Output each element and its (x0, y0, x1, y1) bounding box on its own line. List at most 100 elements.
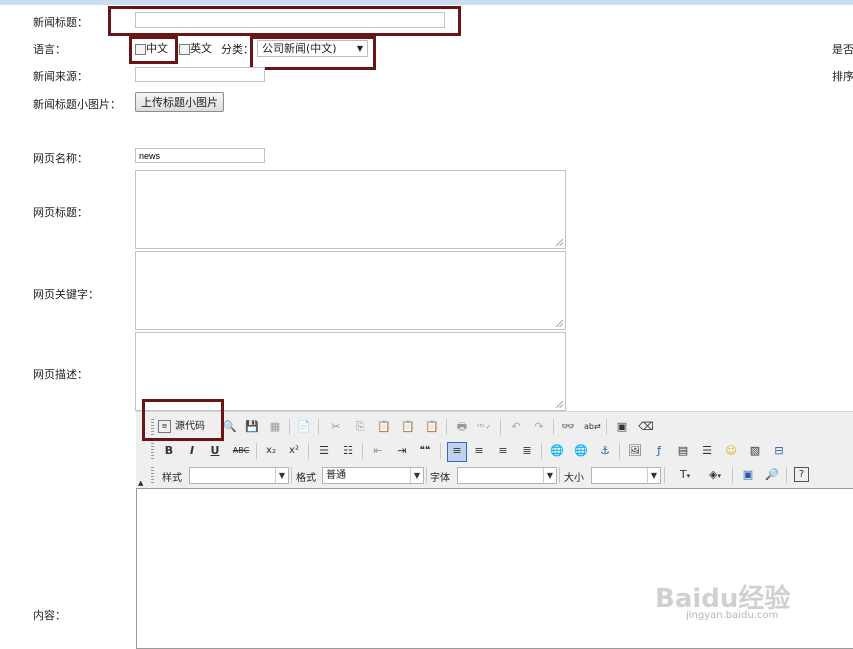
save-icon[interactable]: 💾 (244, 419, 260, 435)
subscript-icon[interactable]: x₂ (263, 443, 279, 459)
anchor-icon[interactable]: ⚓ (597, 443, 613, 459)
page-title-textarea[interactable] (135, 170, 566, 249)
toolbar-separator (318, 419, 319, 435)
news-title-input[interactable] (135, 12, 445, 28)
print-icon[interactable]: 🖶 (454, 419, 470, 435)
size-select[interactable]: ▼ (591, 467, 661, 484)
link-icon[interactable]: 🌐 (549, 443, 565, 459)
align-center-icon[interactable]: ≡ (471, 443, 487, 459)
chevron-down-icon: ▼ (410, 468, 423, 483)
language-label: 语言： (33, 43, 66, 56)
page-name-label: 网页名称： (33, 152, 88, 165)
toolbar-separator (664, 467, 665, 483)
hr-icon[interactable]: ☰ (699, 443, 715, 459)
table-icon[interactable]: ▤ (675, 443, 691, 459)
collapse-toolbar-icon[interactable]: ▲ (138, 479, 143, 487)
templates-icon[interactable]: ▦ (267, 419, 283, 435)
toolbar-separator (256, 443, 257, 459)
spellcheck-icon[interactable]: ᴬᴮᶜ✓ (476, 419, 492, 435)
toolbar-separator (440, 443, 441, 459)
lang-en-checkbox[interactable] (179, 43, 190, 55)
content-editor[interactable] (136, 488, 853, 649)
toolbar-separator (362, 443, 363, 459)
upload-thumbnail-button[interactable]: 上传标题小图片 (135, 92, 224, 112)
highlight-box-source (142, 399, 224, 441)
strike-icon[interactable]: ABC (231, 443, 251, 459)
copy-icon[interactable]: ⎘ (352, 419, 368, 435)
sort-label: 排序 (832, 70, 853, 83)
align-left-icon[interactable]: ≡ (447, 442, 467, 462)
toolbar-separator (500, 419, 501, 435)
page-name-input[interactable] (135, 148, 265, 163)
redo-icon[interactable]: ↷ (531, 419, 547, 435)
help-icon[interactable]: ? (794, 467, 809, 482)
source-label: 新闻来源： (33, 70, 88, 83)
flash-icon[interactable]: ƒ (651, 443, 667, 459)
page-title-label: 网页标题： (33, 206, 88, 219)
paste-icon[interactable]: 📋 (376, 419, 392, 435)
justify-icon[interactable]: ≣ (519, 443, 535, 459)
resize-grip-icon[interactable] (556, 239, 563, 246)
editor-toolbar: ≡ 源代码 🔍 💾 ▦ 📄 ✂ ⎘ 📋 📋 📋 🖶 ᴬᴮᶜ✓ ↶ ↷ 👓 ab⇄ … (136, 411, 853, 489)
toolbar-handle[interactable] (151, 467, 154, 483)
lang-zh-label: 中文 (146, 42, 168, 55)
smiley-icon[interactable]: ☺ (723, 443, 739, 459)
indent-icon[interactable]: ⇥ (394, 443, 410, 459)
undo-icon[interactable]: ↶ (508, 419, 524, 435)
toolbar-separator (446, 419, 447, 435)
unlink-icon[interactable]: 🌐 (573, 443, 589, 459)
toolbar-separator (619, 443, 620, 459)
lang-zh-checkbox[interactable] (135, 43, 146, 55)
paste-word-icon[interactable]: 📋 (424, 419, 440, 435)
page-keywords-textarea[interactable] (135, 251, 566, 330)
underline-icon[interactable]: U (207, 443, 223, 459)
image-icon[interactable]: 🖼 (627, 443, 643, 459)
size-label: 大小 (564, 473, 584, 484)
lang-en-option[interactable]: 英文 (179, 40, 212, 56)
resize-grip-icon[interactable] (556, 320, 563, 327)
toolbar-separator (291, 467, 292, 483)
special-char-icon[interactable]: ▧ (747, 443, 763, 459)
new-page-icon[interactable]: 📄 (296, 419, 312, 435)
blockquote-icon[interactable]: ❝❝ (417, 443, 433, 459)
toolbar-handle[interactable] (151, 443, 154, 459)
cut-icon[interactable]: ✂ (328, 419, 344, 435)
remove-format-icon[interactable]: ⌫ (638, 419, 654, 435)
font-label: 字体 (430, 473, 450, 484)
category-select-value: 公司新闻(中文) (262, 42, 337, 55)
align-right-icon[interactable]: ≡ (495, 443, 511, 459)
lang-zh-option[interactable]: 中文 (135, 40, 168, 56)
format-label: 格式 (296, 473, 316, 484)
italic-icon[interactable]: I (184, 443, 200, 459)
chevron-down-icon: ▼ (356, 44, 363, 53)
page-break-icon[interactable]: ⊟ (771, 443, 787, 459)
toolbar-separator (606, 419, 607, 435)
bold-icon[interactable]: B (161, 443, 177, 459)
preview-icon[interactable]: 🔍 (222, 419, 238, 435)
show-blocks-icon[interactable]: 🔎 (764, 467, 780, 483)
outdent-icon[interactable]: ⇤ (370, 443, 386, 459)
top-accent-bar (0, 0, 853, 5)
text-color-icon[interactable]: T▾ (672, 467, 698, 483)
category-select[interactable]: 公司新闻(中文) ▼ (257, 40, 368, 57)
toolbar-separator (308, 443, 309, 459)
superscript-icon[interactable]: x² (286, 443, 302, 459)
paste-text-icon[interactable]: 📋 (400, 419, 416, 435)
format-select[interactable]: 普通 ▼ (322, 467, 424, 484)
style-select[interactable]: ▼ (189, 467, 289, 484)
page-keywords-label: 网页关键字： (33, 288, 99, 301)
chevron-down-icon: ▼ (647, 468, 660, 483)
find-icon[interactable]: 👓 (560, 419, 576, 435)
source-input[interactable] (135, 67, 265, 82)
chevron-down-icon: ▼ (543, 468, 556, 483)
maximize-icon[interactable]: ▣ (740, 467, 756, 483)
replace-icon[interactable]: ab⇄ (584, 419, 601, 435)
bg-color-icon[interactable]: ◈▾ (702, 467, 728, 483)
resize-grip-icon[interactable] (556, 401, 563, 408)
unordered-list-icon[interactable]: ☷ (340, 443, 356, 459)
ordered-list-icon[interactable]: ☰ (316, 443, 332, 459)
select-all-icon[interactable]: ▣ (614, 419, 630, 435)
toolbar-separator (541, 443, 542, 459)
font-select[interactable]: ▼ (457, 467, 557, 484)
thumbnail-label: 新闻标题小图片： (33, 98, 121, 111)
